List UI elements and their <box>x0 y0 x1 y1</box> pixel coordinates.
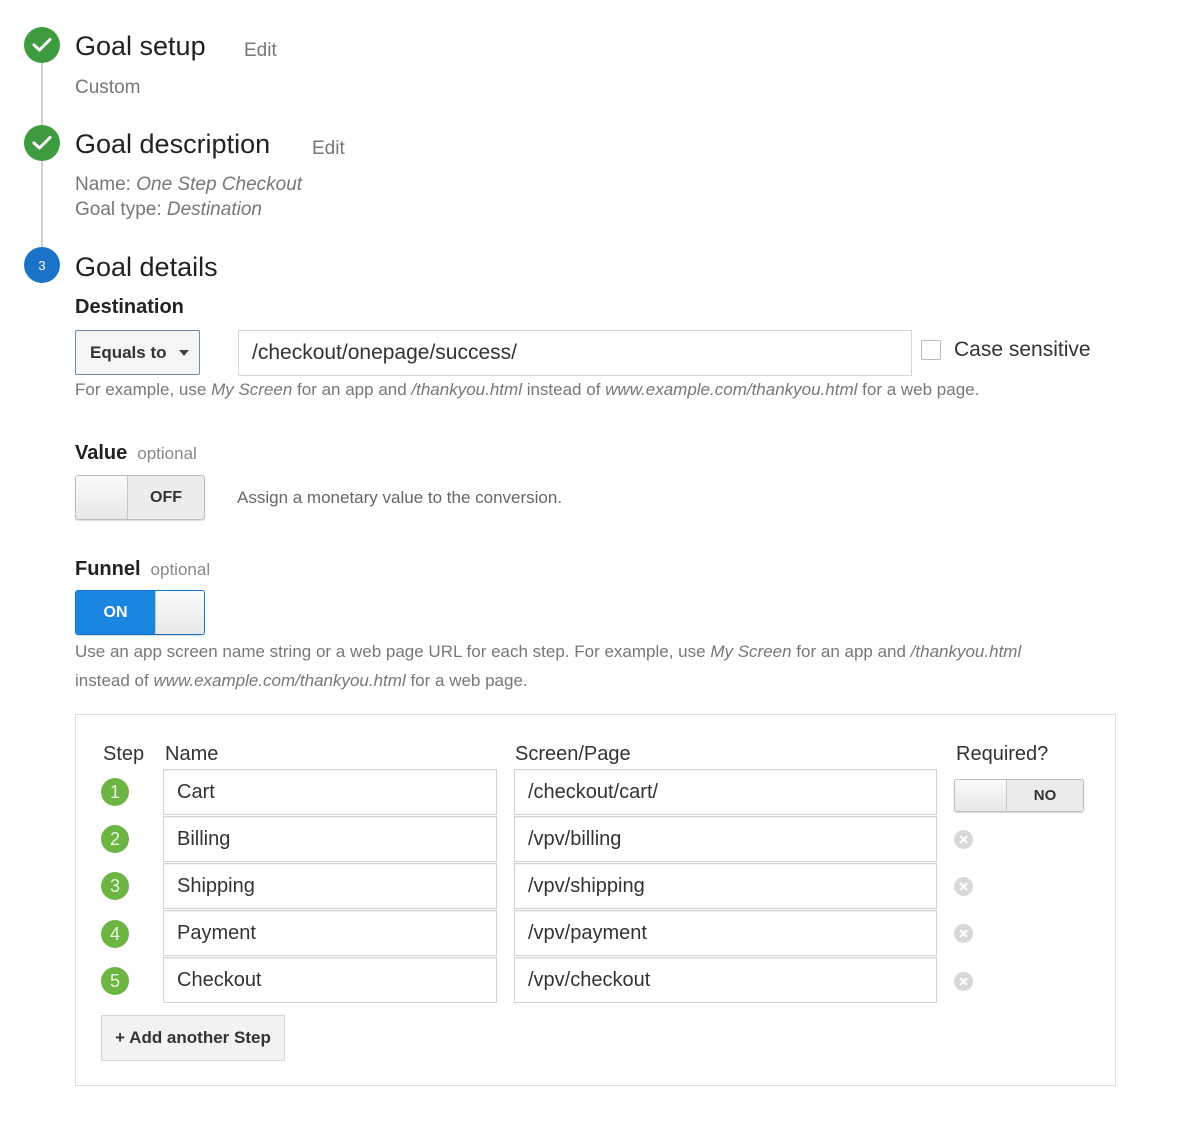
remove-step-icon[interactable] <box>954 924 973 943</box>
hint-text: My Screen <box>211 380 293 399</box>
hint-text: for an app and <box>292 380 412 399</box>
hint-text: For example, use <box>75 380 212 399</box>
destination-hint: For example, use My Screen for an app an… <box>75 380 979 400</box>
toggle-knob <box>955 780 1007 811</box>
funnel-step-name-input[interactable] <box>163 863 497 909</box>
required-toggle[interactable]: NO <box>954 779 1084 812</box>
hint-text: instead of <box>521 380 606 399</box>
value-label: Value optional <box>75 442 197 465</box>
funnel-step-page-input[interactable] <box>514 863 937 909</box>
goal-type-label: Goal type: <box>75 199 162 220</box>
step-complete-badge <box>24 125 60 161</box>
toggle-knob <box>155 591 204 634</box>
edit-goal-setup-link[interactable]: Edit <box>244 40 277 62</box>
edit-goal-description-link[interactable]: Edit <box>312 138 345 160</box>
step-complete-badge <box>24 27 60 63</box>
funnel-step-page-input[interactable] <box>514 957 937 1003</box>
column-header-page: Screen/Page <box>515 743 631 765</box>
funnel-step-page-input[interactable] <box>514 910 937 956</box>
funnel-step-number: 2 <box>101 825 129 853</box>
goal-name-value: One Step Checkout <box>136 174 303 195</box>
case-sensitive-label: Case sensitive <box>954 338 1091 361</box>
column-header-step: Step <box>103 743 145 765</box>
optional-tag: optional <box>150 560 211 579</box>
funnel-step-number: 4 <box>101 920 129 948</box>
hint-text: instead of <box>75 671 154 690</box>
checkmark-icon <box>32 136 52 150</box>
step-title-goal-details: Goal details <box>75 252 218 282</box>
column-header-required: Required? <box>956 743 1049 765</box>
funnel-hint-line1: Use an app screen name string or a web p… <box>75 642 1021 662</box>
funnel-hint-line2: instead of www.example.com/thankyou.html… <box>75 671 528 691</box>
toggle-state-label: NO <box>1007 780 1083 811</box>
goal-type-summary: Goal type: Destination <box>75 199 262 221</box>
value-label-text: Value <box>75 442 128 464</box>
funnel-step-page-input[interactable] <box>514 769 937 815</box>
goal-setup-summary: Custom <box>75 77 141 98</box>
goal-name-label: Name: <box>75 174 131 195</box>
funnel-step-name-input[interactable] <box>163 769 497 815</box>
funnel-step-number: 3 <box>101 872 129 900</box>
hint-text: Use an app screen name string or a web p… <box>75 642 711 661</box>
hint-text: for an app and <box>791 642 911 661</box>
column-header-name: Name <box>165 743 219 765</box>
add-another-step-button[interactable]: + Add another Step <box>101 1015 285 1061</box>
value-toggle[interactable]: OFF <box>75 475 205 520</box>
toggle-state-label: OFF <box>128 476 204 519</box>
destination-label: Destination <box>75 296 184 318</box>
optional-tag: optional <box>137 444 197 463</box>
case-sensitive-checkbox[interactable] <box>921 340 941 360</box>
chevron-down-icon <box>178 349 189 356</box>
funnel-step-page-input[interactable] <box>514 816 937 862</box>
checkmark-icon <box>32 38 52 52</box>
funnel-step-name-input[interactable] <box>163 910 497 956</box>
destination-input[interactable] <box>238 330 912 376</box>
remove-step-icon[interactable] <box>954 972 973 991</box>
remove-step-icon[interactable] <box>954 877 973 896</box>
match-type-value: Equals to <box>90 342 167 362</box>
funnel-label-text: Funnel <box>75 558 141 580</box>
funnel-step-number: 5 <box>101 967 129 995</box>
hint-text: /thankyou.html <box>910 642 1022 661</box>
funnel-label: Funnel optional <box>75 558 210 581</box>
step-title-goal-description: Goal description <box>75 129 271 159</box>
funnel-step-name-input[interactable] <box>163 957 497 1003</box>
hint-text: My Screen <box>710 642 792 661</box>
hint-text: for a web page. <box>405 671 528 690</box>
funnel-step-number: 1 <box>101 778 129 806</box>
timeline-connector <box>41 160 43 250</box>
goal-type-value: Destination <box>166 199 262 220</box>
value-description: Assign a monetary value to the conversio… <box>237 488 563 507</box>
hint-text: for a web page. <box>857 380 980 399</box>
step-title-goal-setup: Goal setup <box>75 31 206 61</box>
funnel-toggle[interactable]: ON <box>75 590 205 635</box>
match-type-dropdown[interactable]: Equals to <box>75 330 200 375</box>
hint-text: www.example.com/thankyou.html <box>153 671 406 690</box>
goal-name-summary: Name: One Step Checkout <box>75 174 302 196</box>
toggle-state-label: ON <box>76 591 155 634</box>
remove-step-icon[interactable] <box>954 830 973 849</box>
funnel-step-name-input[interactable] <box>163 816 497 862</box>
toggle-knob <box>76 476 128 519</box>
hint-text: www.example.com/thankyou.html <box>605 380 858 399</box>
timeline-connector <box>41 62 43 134</box>
hint-text: /thankyou.html <box>411 380 522 399</box>
step-current-badge: 3 <box>24 247 60 283</box>
